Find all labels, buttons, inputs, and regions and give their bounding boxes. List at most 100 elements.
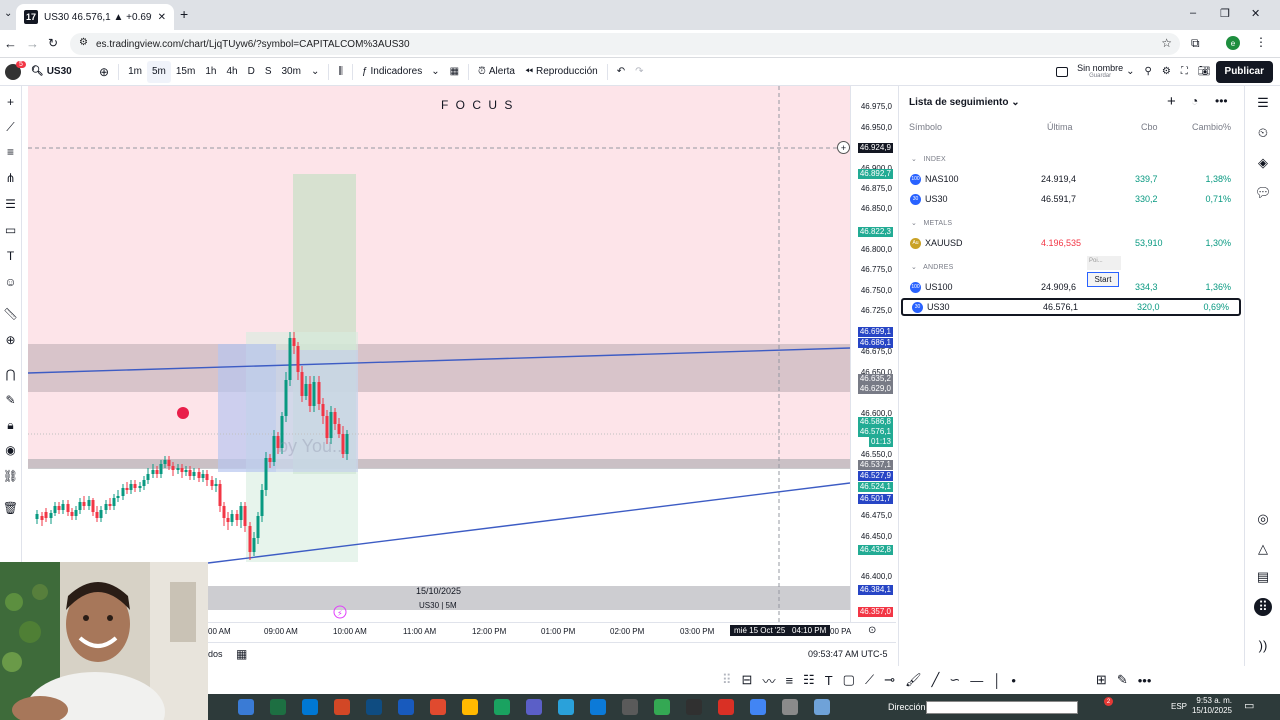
- link-icon[interactable]: ⛓: [3, 468, 18, 483]
- paint-icon[interactable]: [814, 699, 830, 715]
- watchlist-icon[interactable]: ☰: [1254, 94, 1272, 112]
- minimize-button[interactable]: –: [1190, 7, 1196, 19]
- more-dots-icon[interactable]: •••: [1138, 673, 1152, 688]
- profile-avatar[interactable]: e: [1226, 36, 1240, 50]
- hline-icon[interactable]: —: [970, 673, 983, 688]
- add-alert-icon[interactable]: +: [837, 141, 850, 154]
- interval-5m[interactable]: 5m: [146, 60, 171, 83]
- broadcast-icon[interactable]: )): [1254, 636, 1272, 654]
- settings-app-icon[interactable]: [782, 699, 798, 715]
- start-button[interactable]: Start: [1087, 272, 1119, 287]
- interval-1h[interactable]: 1h: [200, 61, 221, 83]
- horizontal-ray-icon[interactable]: ⊸: [884, 672, 895, 688]
- magnet-icon[interactable]: ⋂: [3, 366, 18, 381]
- layers-icon[interactable]: ◈: [1254, 154, 1272, 172]
- calendar-icon[interactable]: ▤: [1254, 568, 1272, 586]
- browser-menu-icon[interactable]: ⋮: [1255, 35, 1267, 49]
- price-scale[interactable]: 46.975,046.950,046.900,046.875,046.850,0…: [850, 86, 896, 622]
- fib-tool-icon[interactable]: ☰: [3, 196, 18, 211]
- obs-icon[interactable]: [686, 699, 702, 715]
- axis-settings-icon[interactable]: ⊙: [868, 625, 876, 636]
- interval-30m[interactable]: 30m: [276, 61, 305, 83]
- watchlist-section-index[interactable]: ⌄ INDEX: [901, 150, 1241, 168]
- interval-1m[interactable]: 1m: [123, 61, 147, 83]
- word-doc-icon[interactable]: [398, 699, 414, 715]
- teams-icon[interactable]: [526, 699, 542, 715]
- advanced-view-icon[interactable]: ◔: [1191, 94, 1198, 108]
- trash-icon[interactable]: 🗑︎: [3, 500, 18, 515]
- interval-15m[interactable]: 15m: [171, 61, 200, 83]
- horizontal-lines-icon[interactable]: ≡: [3, 144, 18, 159]
- outlook-icon[interactable]: [302, 699, 318, 715]
- chart-pane[interactable]: F O C U S by You... 15/10/2025 US30 | 5M…: [28, 86, 850, 622]
- photoshop-icon[interactable]: [334, 699, 350, 715]
- word-icon[interactable]: [366, 699, 382, 715]
- text-tool-icon[interactable]: T: [3, 248, 18, 263]
- notifications-icon[interactable]: ▭: [1244, 699, 1254, 712]
- pencil-lock-icon[interactable]: ✎: [3, 392, 18, 407]
- snapshot-button[interactable]: 📷︎: [1193, 61, 1216, 83]
- eye-icon[interactable]: ◉: [3, 442, 18, 457]
- layout-menu[interactable]: Sin nombre Guardar ⌄: [1051, 61, 1139, 83]
- chrome-active-icon[interactable]: [750, 699, 766, 715]
- add-symbol-icon[interactable]: +: [1167, 93, 1176, 110]
- target-icon[interactable]: ◎: [1254, 510, 1272, 528]
- browser-tab[interactable]: 17 US30 46.576,1 ▲ +0.69% Sin no ✕: [16, 4, 174, 30]
- trendline-tool-icon[interactable]: ⟋: [3, 120, 18, 135]
- chat-icon[interactable]: 💬︎: [1254, 184, 1272, 202]
- edit-icon[interactable]: ✎: [1117, 672, 1128, 688]
- layouts-icon[interactable]: ⊞: [1096, 672, 1107, 688]
- lock-icon[interactable]: 🔒︎: [3, 418, 18, 433]
- vline-icon[interactable]: │: [993, 673, 1001, 688]
- copilot-icon[interactable]: [238, 699, 254, 715]
- alert-button[interactable]: ⏰︎ Alerta: [473, 61, 520, 83]
- language-indicator[interactable]: ESP: [1171, 702, 1187, 711]
- alert-app-icon[interactable]: [718, 699, 734, 715]
- triangle-icon[interactable]: △: [1254, 540, 1272, 558]
- reload-icon[interactable]: ↻: [48, 36, 58, 50]
- address-toolbar-input[interactable]: [926, 701, 1078, 714]
- watchlist-row[interactable]: 30 US30 46.591,7 330,2 0,71%: [901, 190, 1241, 208]
- calendar-icon[interactable]: ▦: [236, 647, 247, 661]
- user-menu[interactable]: 5: [0, 60, 26, 83]
- pitchfork-icon[interactable]: ⋔: [3, 170, 18, 185]
- crosshair-tool-icon[interactable]: +: [3, 94, 18, 109]
- ruler-icon[interactable]: 📏︎: [3, 306, 18, 321]
- tab-close-icon[interactable]: ✕: [158, 12, 166, 23]
- emoji-tool-icon[interactable]: ☺: [3, 274, 18, 289]
- url-field[interactable]: ⚙ es.tradingview.com/chart/LjqTUyw6/?sym…: [70, 33, 1180, 55]
- interval-d[interactable]: D: [243, 61, 260, 83]
- telegram-icon[interactable]: [558, 699, 574, 715]
- back-icon[interactable]: ←: [4, 36, 17, 51]
- watchlist-section-metals[interactable]: ⌄ METALS: [901, 214, 1241, 232]
- frame-icon[interactable]: ▢: [843, 672, 855, 688]
- chrome-icon[interactable]: [494, 699, 510, 715]
- watchlist-row[interactable]: 100 US100 24.909,6 334,3 1,36%: [901, 278, 1241, 296]
- chrome-alt-icon[interactable]: [654, 699, 670, 715]
- extensions-icon[interactable]: ⧉: [1191, 36, 1200, 51]
- edge-icon[interactable]: [590, 699, 606, 715]
- watchlist-row[interactable]: Au XAUUSD 4.196,535 53,910 1,30%: [901, 234, 1241, 252]
- pdf-icon[interactable]: [430, 699, 446, 715]
- replay-button[interactable]: ⏪︎ Reproducción: [520, 61, 603, 83]
- apps-grid-icon[interactable]: ⠿: [1254, 598, 1272, 616]
- path-icon[interactable]: 〰: [762, 671, 775, 690]
- date-range-label[interactable]: dos: [208, 649, 223, 659]
- ray-icon[interactable]: ⟋: [865, 672, 874, 688]
- chart-type-button[interactable]: ⫼: [333, 61, 348, 83]
- brush-icon[interactable]: 🖌︎: [905, 672, 922, 688]
- event-marker[interactable]: [177, 407, 189, 419]
- publish-button[interactable]: Publicar: [1215, 60, 1273, 83]
- clock-label[interactable]: 09:53:47 AM UTC-5: [808, 649, 888, 659]
- excel-icon[interactable]: [270, 699, 286, 715]
- lines-icon[interactable]: ≡: [785, 673, 793, 688]
- steam-icon[interactable]: [622, 699, 638, 715]
- more-options-icon[interactable]: •••: [1215, 94, 1228, 108]
- line-icon[interactable]: ╱: [931, 672, 939, 688]
- close-window-button[interactable]: ✕: [1251, 7, 1260, 20]
- chart-canvas[interactable]: F O C U S by You... 15/10/2025 US30 | 5M…: [28, 86, 850, 622]
- watchlist-row[interactable]: 30 US30 46.576,1 320,0 0,69%: [901, 298, 1241, 316]
- alerts-clock-icon[interactable]: ⏲︎: [1254, 124, 1272, 142]
- col-pct[interactable]: Cambio%: [1192, 122, 1231, 132]
- zoom-in-icon[interactable]: ⊕: [3, 332, 18, 347]
